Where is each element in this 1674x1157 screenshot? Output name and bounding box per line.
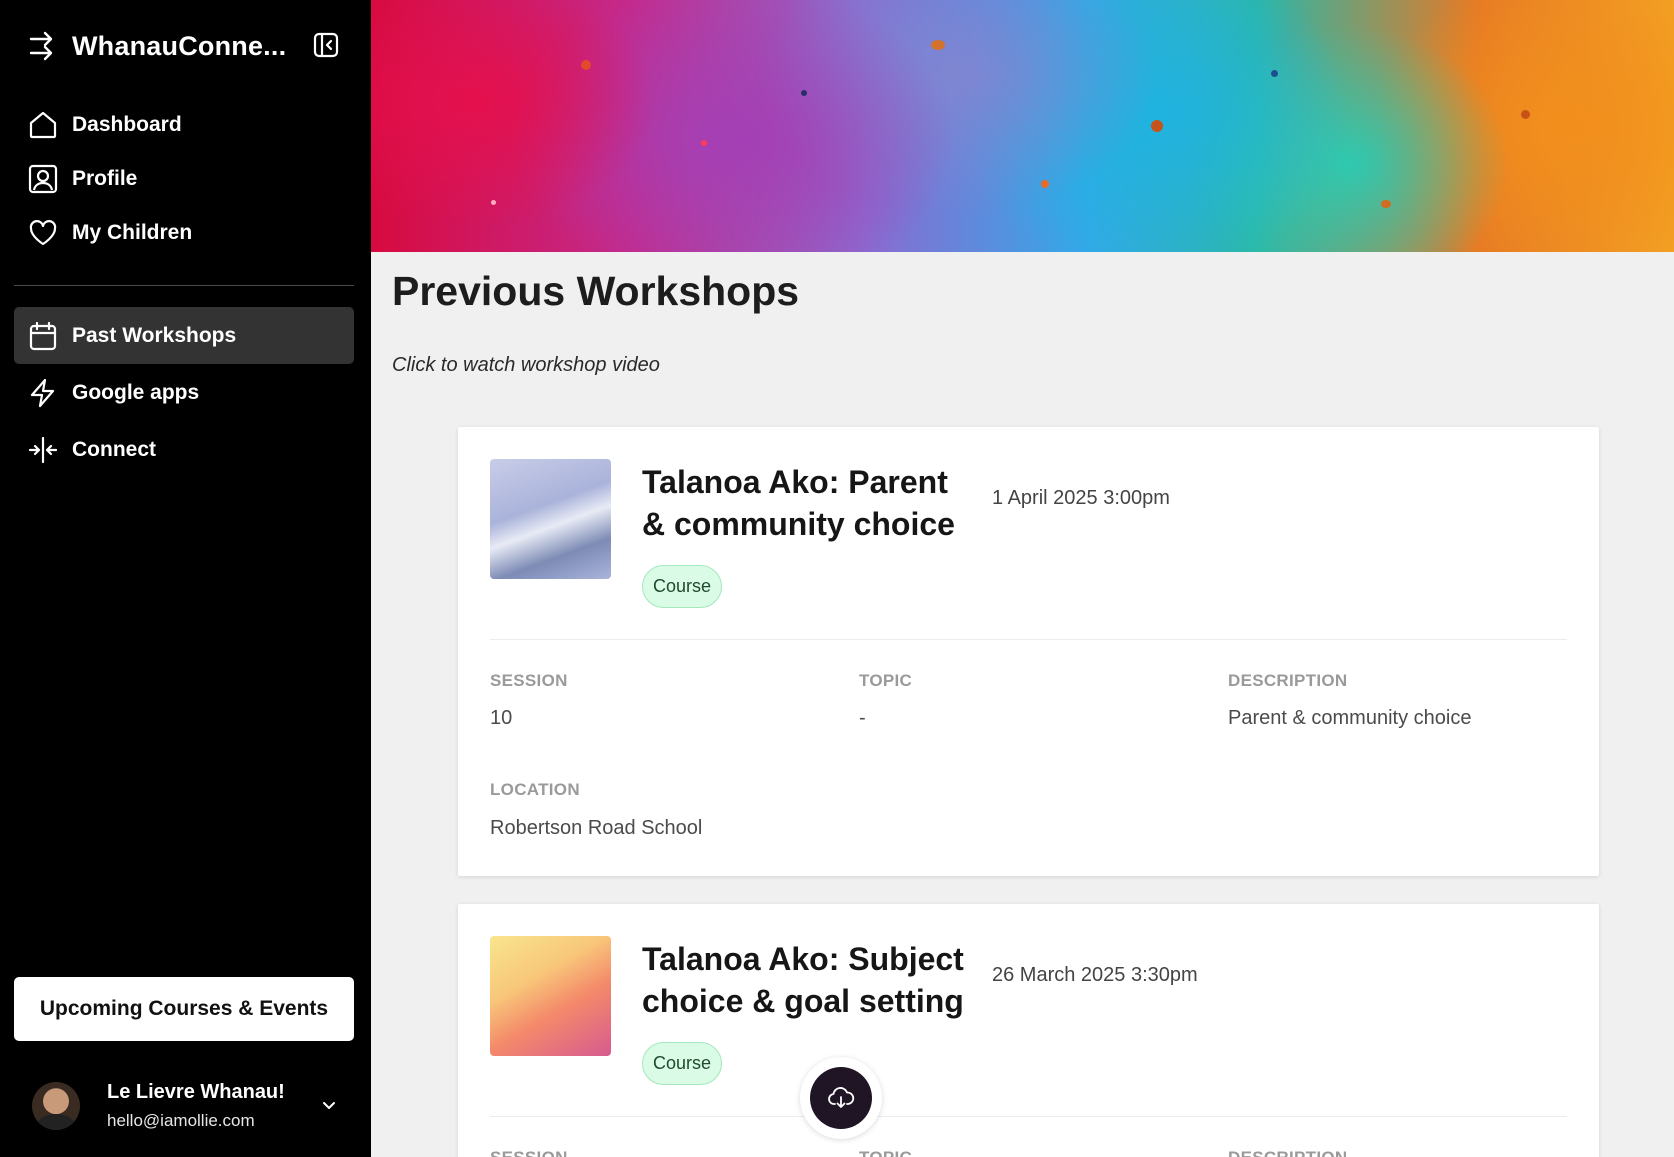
- nav-item-connect[interactable]: Connect: [14, 421, 354, 478]
- workshop-thumbnail: [490, 459, 611, 579]
- topic-label: TOPIC: [859, 1148, 912, 1157]
- chevron-down-icon[interactable]: [316, 1092, 342, 1118]
- lightning-icon: [27, 377, 59, 409]
- secondary-nav: Past Workshops Google apps Connect: [14, 307, 354, 478]
- hero-banner-image: [371, 0, 1674, 252]
- session-value: 10: [490, 707, 513, 729]
- nav-divider: [14, 285, 354, 286]
- primary-nav: Dashboard Profile My Children: [14, 98, 354, 260]
- page-hint: Click to watch workshop video: [392, 354, 660, 376]
- sidebar: WhanauConne... Dashboard Profile My Chil…: [0, 0, 371, 1157]
- nav-label: Dashboard: [72, 113, 182, 136]
- avatar: [32, 1082, 80, 1130]
- session-label: SESSION: [490, 1148, 568, 1157]
- home-icon: [27, 109, 59, 141]
- download-button-inner: [810, 1067, 872, 1129]
- workshop-type-badge: Course: [642, 1042, 723, 1085]
- workshop-card[interactable]: Talanoa Ako: Parent & community choice 1…: [458, 427, 1599, 876]
- location-value: Robertson Road School: [490, 817, 703, 839]
- arrow-right-in-icon: [26, 29, 60, 63]
- page-title: Previous Workshops: [392, 268, 800, 314]
- workshop-title: Talanoa Ako: Parent & community choice: [642, 464, 955, 542]
- location-label: LOCATION: [490, 780, 580, 799]
- session-label: SESSION: [490, 671, 568, 690]
- nav-label: Connect: [72, 437, 156, 461]
- description-label: DESCRIPTION: [1228, 1148, 1347, 1157]
- nav-item-profile[interactable]: Profile: [14, 152, 354, 206]
- topic-label: TOPIC: [859, 671, 913, 690]
- description-value: Parent & community choice: [1228, 707, 1472, 729]
- nav-item-my-children[interactable]: My Children: [14, 206, 354, 260]
- workshop-type-badge: Course: [642, 565, 723, 608]
- upcoming-courses-button[interactable]: Upcoming Courses & Events: [14, 977, 354, 1041]
- user-square-icon: [27, 163, 59, 195]
- connect-arrows-icon: [27, 434, 59, 466]
- card-divider: [490, 639, 1567, 640]
- calendar-icon: [27, 320, 59, 352]
- workshop-date: 26 March 2025 3:30pm: [992, 964, 1198, 986]
- download-button[interactable]: [800, 1057, 882, 1139]
- card-divider: [490, 1116, 1567, 1117]
- nav-item-google-apps[interactable]: Google apps: [14, 364, 354, 421]
- nav-label: Profile: [72, 167, 138, 190]
- workshop-card[interactable]: Talanoa Ako: Subject choice & goal setti…: [458, 904, 1599, 1157]
- sidebar-collapse-button[interactable]: [310, 29, 342, 61]
- user-menu[interactable]: Le Lievre Whanau! hello@iamollie.com: [32, 1076, 342, 1136]
- nav-label: My Children: [72, 221, 193, 244]
- topic-value: -: [859, 707, 866, 729]
- nav-item-past-workshops[interactable]: Past Workshops: [14, 307, 354, 364]
- heart-icon: [27, 217, 59, 249]
- user-name: Le Lievre Whanau!: [107, 1081, 285, 1103]
- nav-label: Google apps: [72, 380, 200, 404]
- workshop-title: Talanoa Ako: Subject choice & goal setti…: [642, 941, 964, 1019]
- sidebar-collapse-icon: [313, 32, 339, 58]
- description-label: DESCRIPTION: [1228, 671, 1348, 690]
- nav-label: Past Workshops: [72, 323, 237, 347]
- workshop-thumbnail: [490, 936, 611, 1056]
- brand[interactable]: WhanauConne...: [26, 26, 346, 66]
- nav-item-dashboard[interactable]: Dashboard: [14, 98, 354, 152]
- workshop-date: 1 April 2025 3:00pm: [992, 487, 1170, 509]
- cloud-download-icon: [828, 1087, 855, 1108]
- app-name: WhanauConne...: [72, 30, 287, 61]
- user-info: Le Lievre Whanau! hello@iamollie.com: [107, 1081, 285, 1131]
- user-email: hello@iamollie.com: [107, 1111, 255, 1130]
